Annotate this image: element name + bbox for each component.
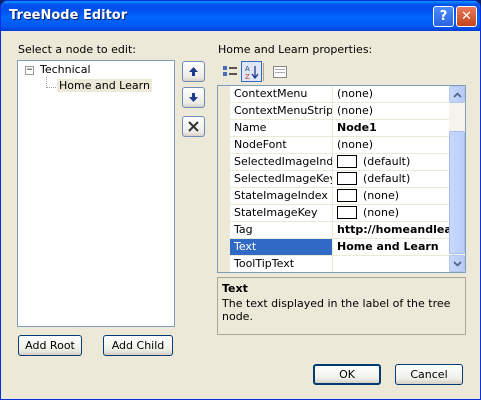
property-row-selectedimageindex[interactable]: SelectedImageIndex (default): [230, 154, 449, 171]
property-value[interactable]: (none): [334, 103, 449, 119]
property-grid-toolbar: A Z: [217, 59, 466, 84]
tree-node-technical[interactable]: Technical: [40, 63, 91, 76]
property-pages-button[interactable]: [269, 61, 290, 82]
property-row-stateimageindex[interactable]: StateImageIndex (none): [230, 188, 449, 205]
property-row-stateimagekey[interactable]: StateImageKey (none): [230, 205, 449, 222]
property-pages-icon: [272, 65, 287, 78]
property-value[interactable]: (none): [334, 188, 449, 204]
ok-button[interactable]: OK: [313, 364, 381, 385]
property-value[interactable]: http://homeandlearn: [334, 222, 449, 238]
image-swatch: [337, 205, 357, 219]
select-node-label: Select a node to edit:: [18, 43, 136, 56]
toolbar-separator: [263, 63, 264, 81]
property-value-text: (none): [363, 189, 400, 202]
property-value-text: (default): [363, 155, 411, 168]
treenode-editor-dialog: TreeNode Editor ? ✕ Select a node to edi…: [0, 0, 481, 400]
cancel-button[interactable]: Cancel: [395, 364, 463, 385]
property-description-pane: Text The text displayed in the label of …: [217, 277, 466, 335]
property-value[interactable]: Home and Learn: [334, 239, 449, 255]
categorized-icon: [222, 65, 237, 76]
sort-alphabetical-icon: A Z: [245, 65, 259, 80]
help-icon: ?: [439, 9, 448, 24]
property-value[interactable]: [334, 256, 449, 272]
svg-text:A: A: [245, 65, 250, 73]
help-button[interactable]: ?: [433, 6, 454, 27]
description-text: The text displayed in the label of the t…: [222, 297, 451, 323]
collapse-icon[interactable]: −: [25, 66, 34, 75]
vertical-scrollbar[interactable]: [449, 86, 465, 272]
svg-text:Z: Z: [245, 73, 250, 80]
chevron-down-icon: [452, 260, 462, 267]
property-value[interactable]: Node1: [334, 120, 449, 136]
property-row-selectedimagekey[interactable]: SelectedImageKey (default): [230, 171, 449, 188]
close-button[interactable]: ✕: [456, 6, 477, 27]
property-value[interactable]: (default): [334, 154, 449, 170]
property-value[interactable]: (default): [334, 171, 449, 187]
arrow-down-icon: [189, 93, 198, 102]
property-value[interactable]: (none): [334, 137, 449, 153]
property-name: StateImageKey: [230, 205, 333, 221]
image-swatch: [337, 171, 357, 185]
property-name: NodeFont: [230, 137, 333, 153]
title-bar[interactable]: TreeNode Editor ? ✕: [1, 1, 480, 31]
property-grid[interactable]: ContextMenu (none) ContextMenuStrip (non…: [217, 85, 466, 273]
property-row-name[interactable]: Name Node1: [230, 120, 449, 137]
scroll-down-button[interactable]: [449, 255, 465, 272]
add-root-button[interactable]: Add Root: [18, 335, 82, 356]
property-name: SelectedImageKey: [230, 171, 333, 187]
tree-node-home-and-learn[interactable]: Home and Learn: [57, 79, 152, 92]
property-name: Tag: [230, 222, 333, 238]
description-title: Text: [222, 282, 248, 295]
property-name: SelectedImageIndex: [230, 154, 333, 170]
image-swatch: [337, 154, 357, 168]
image-swatch: [337, 188, 357, 202]
property-row-text[interactable]: Text Home and Learn: [230, 239, 449, 256]
property-row-tag[interactable]: Tag http://homeandlearn: [230, 222, 449, 239]
scroll-up-button[interactable]: [449, 86, 465, 103]
node-tree[interactable]: − Technical Home and Learn: [17, 60, 175, 327]
property-row-contextmenustrip[interactable]: ContextMenuStrip (none): [230, 103, 449, 120]
property-name: Name: [230, 120, 333, 136]
property-name: ContextMenu: [230, 86, 333, 102]
move-up-button[interactable]: [182, 61, 205, 82]
property-row-contextmenu[interactable]: ContextMenu (none): [230, 86, 449, 103]
window-title: TreeNode Editor: [9, 8, 128, 23]
property-value[interactable]: (none): [334, 86, 449, 102]
chevron-up-icon: [452, 91, 462, 98]
property-name: ToolTipText: [230, 256, 333, 272]
categorized-button[interactable]: [219, 61, 240, 82]
property-row-tooltiptext[interactable]: ToolTipText: [230, 256, 449, 272]
property-name: ContextMenuStrip: [230, 103, 333, 119]
delete-x-icon: [188, 121, 199, 132]
property-row-nodefont[interactable]: NodeFont (none): [230, 137, 449, 154]
property-grid-margin: [218, 86, 230, 272]
property-value-text: (none): [363, 206, 400, 219]
move-down-button[interactable]: [182, 87, 205, 108]
add-child-button[interactable]: Add Child: [103, 335, 173, 356]
arrow-up-icon: [189, 67, 198, 76]
property-name: StateImageIndex: [230, 188, 333, 204]
property-value[interactable]: (none): [334, 205, 449, 221]
scroll-thumb[interactable]: [449, 131, 465, 254]
delete-node-button[interactable]: [182, 116, 205, 137]
property-name: Text: [230, 239, 333, 255]
properties-label: Home and Learn properties:: [218, 43, 373, 56]
close-icon: ✕: [461, 9, 472, 24]
alphabetical-button[interactable]: A Z: [241, 61, 262, 82]
property-value-text: (default): [363, 172, 411, 185]
